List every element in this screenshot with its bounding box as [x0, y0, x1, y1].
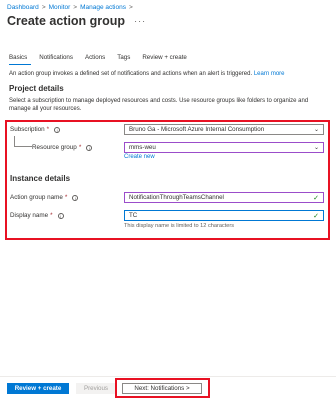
next-notifications-button[interactable]: Next: Notifications > — [122, 383, 202, 394]
checkmark-icon: ✓ — [313, 194, 319, 202]
display-name-label-text: Display name — [10, 212, 49, 219]
required-mark: * — [64, 194, 68, 201]
display-name-value: TC — [129, 212, 138, 219]
review-create-button[interactable]: Review + create — [7, 383, 69, 394]
breadcrumb-separator: > — [73, 4, 78, 11]
subscription-label: Subscription * i — [10, 126, 61, 133]
more-options-icon[interactable]: ··· — [134, 16, 146, 26]
info-icon[interactable]: i — [72, 194, 79, 201]
subscription-label-text: Subscription — [10, 126, 45, 133]
intro-description: An action group invokes a defined set of… — [9, 71, 253, 77]
breadcrumb-separator: > — [41, 4, 46, 11]
tab-review-create[interactable]: Review + create — [142, 54, 191, 65]
subscription-select[interactable]: Bruno Ga - Microsoft Azure Internal Cons… — [124, 124, 324, 135]
tab-actions[interactable]: Actions — [85, 54, 109, 65]
action-group-name-label-text: Action group name — [10, 194, 63, 201]
breadcrumb-separator: > — [128, 4, 133, 11]
required-mark: * — [50, 212, 53, 219]
resource-group-select[interactable]: mms-weu ⌄ — [124, 142, 324, 153]
info-icon[interactable]: i — [57, 212, 64, 219]
page-title: Create action group — [7, 14, 126, 28]
display-name-label: Display name * i — [10, 212, 64, 219]
chevron-down-icon: ⌄ — [313, 127, 319, 133]
resource-group-label: Resource group * i — [32, 144, 93, 151]
footer-divider — [0, 376, 336, 377]
previous-button[interactable]: Previous — [76, 383, 116, 394]
breadcrumb-monitor[interactable]: Monitor — [49, 4, 71, 11]
learn-more-link[interactable]: Learn more — [254, 71, 285, 77]
resource-group-value: mms-weu — [129, 144, 156, 151]
instance-details-heading: Instance details — [10, 174, 71, 183]
action-group-name-label: Action group name * i — [10, 194, 79, 201]
tab-basics[interactable]: Basics — [9, 54, 32, 65]
info-icon[interactable]: i — [86, 144, 93, 151]
action-group-name-input[interactable]: NotificationThroughTeamsChannel ✓ — [124, 192, 324, 203]
project-details-heading: Project details — [9, 84, 64, 93]
tab-notifications[interactable]: Notifications — [39, 54, 77, 65]
display-name-input[interactable]: TC ✓ — [124, 210, 324, 221]
checkmark-icon: ✓ — [313, 212, 319, 220]
display-name-hint: This display name is limited to 12 chara… — [124, 223, 235, 229]
breadcrumb: Dashboard > Monitor > Manage actions > — [7, 4, 133, 11]
required-mark: * — [78, 144, 82, 151]
required-mark: * — [46, 126, 50, 133]
subscription-value: Bruno Ga - Microsoft Azure Internal Cons… — [129, 126, 265, 133]
create-new-link[interactable]: Create new — [124, 154, 155, 160]
title-row: Create action group ··· — [7, 14, 146, 28]
intro-text: An action group invokes a defined set of… — [9, 71, 329, 77]
breadcrumb-dashboard[interactable]: Dashboard — [7, 4, 39, 11]
info-icon[interactable]: i — [54, 126, 61, 133]
chevron-down-icon: ⌄ — [313, 145, 319, 151]
tab-tags[interactable]: Tags — [117, 54, 134, 65]
project-details-description: Select a subscription to manage deployed… — [9, 98, 309, 112]
tree-connector — [14, 136, 32, 147]
tab-bar: Basics Notifications Actions Tags Review… — [9, 54, 199, 65]
breadcrumb-manage-actions[interactable]: Manage actions — [80, 4, 126, 11]
resource-group-label-text: Resource group — [32, 144, 77, 151]
action-group-name-value: NotificationThroughTeamsChannel — [129, 194, 224, 201]
